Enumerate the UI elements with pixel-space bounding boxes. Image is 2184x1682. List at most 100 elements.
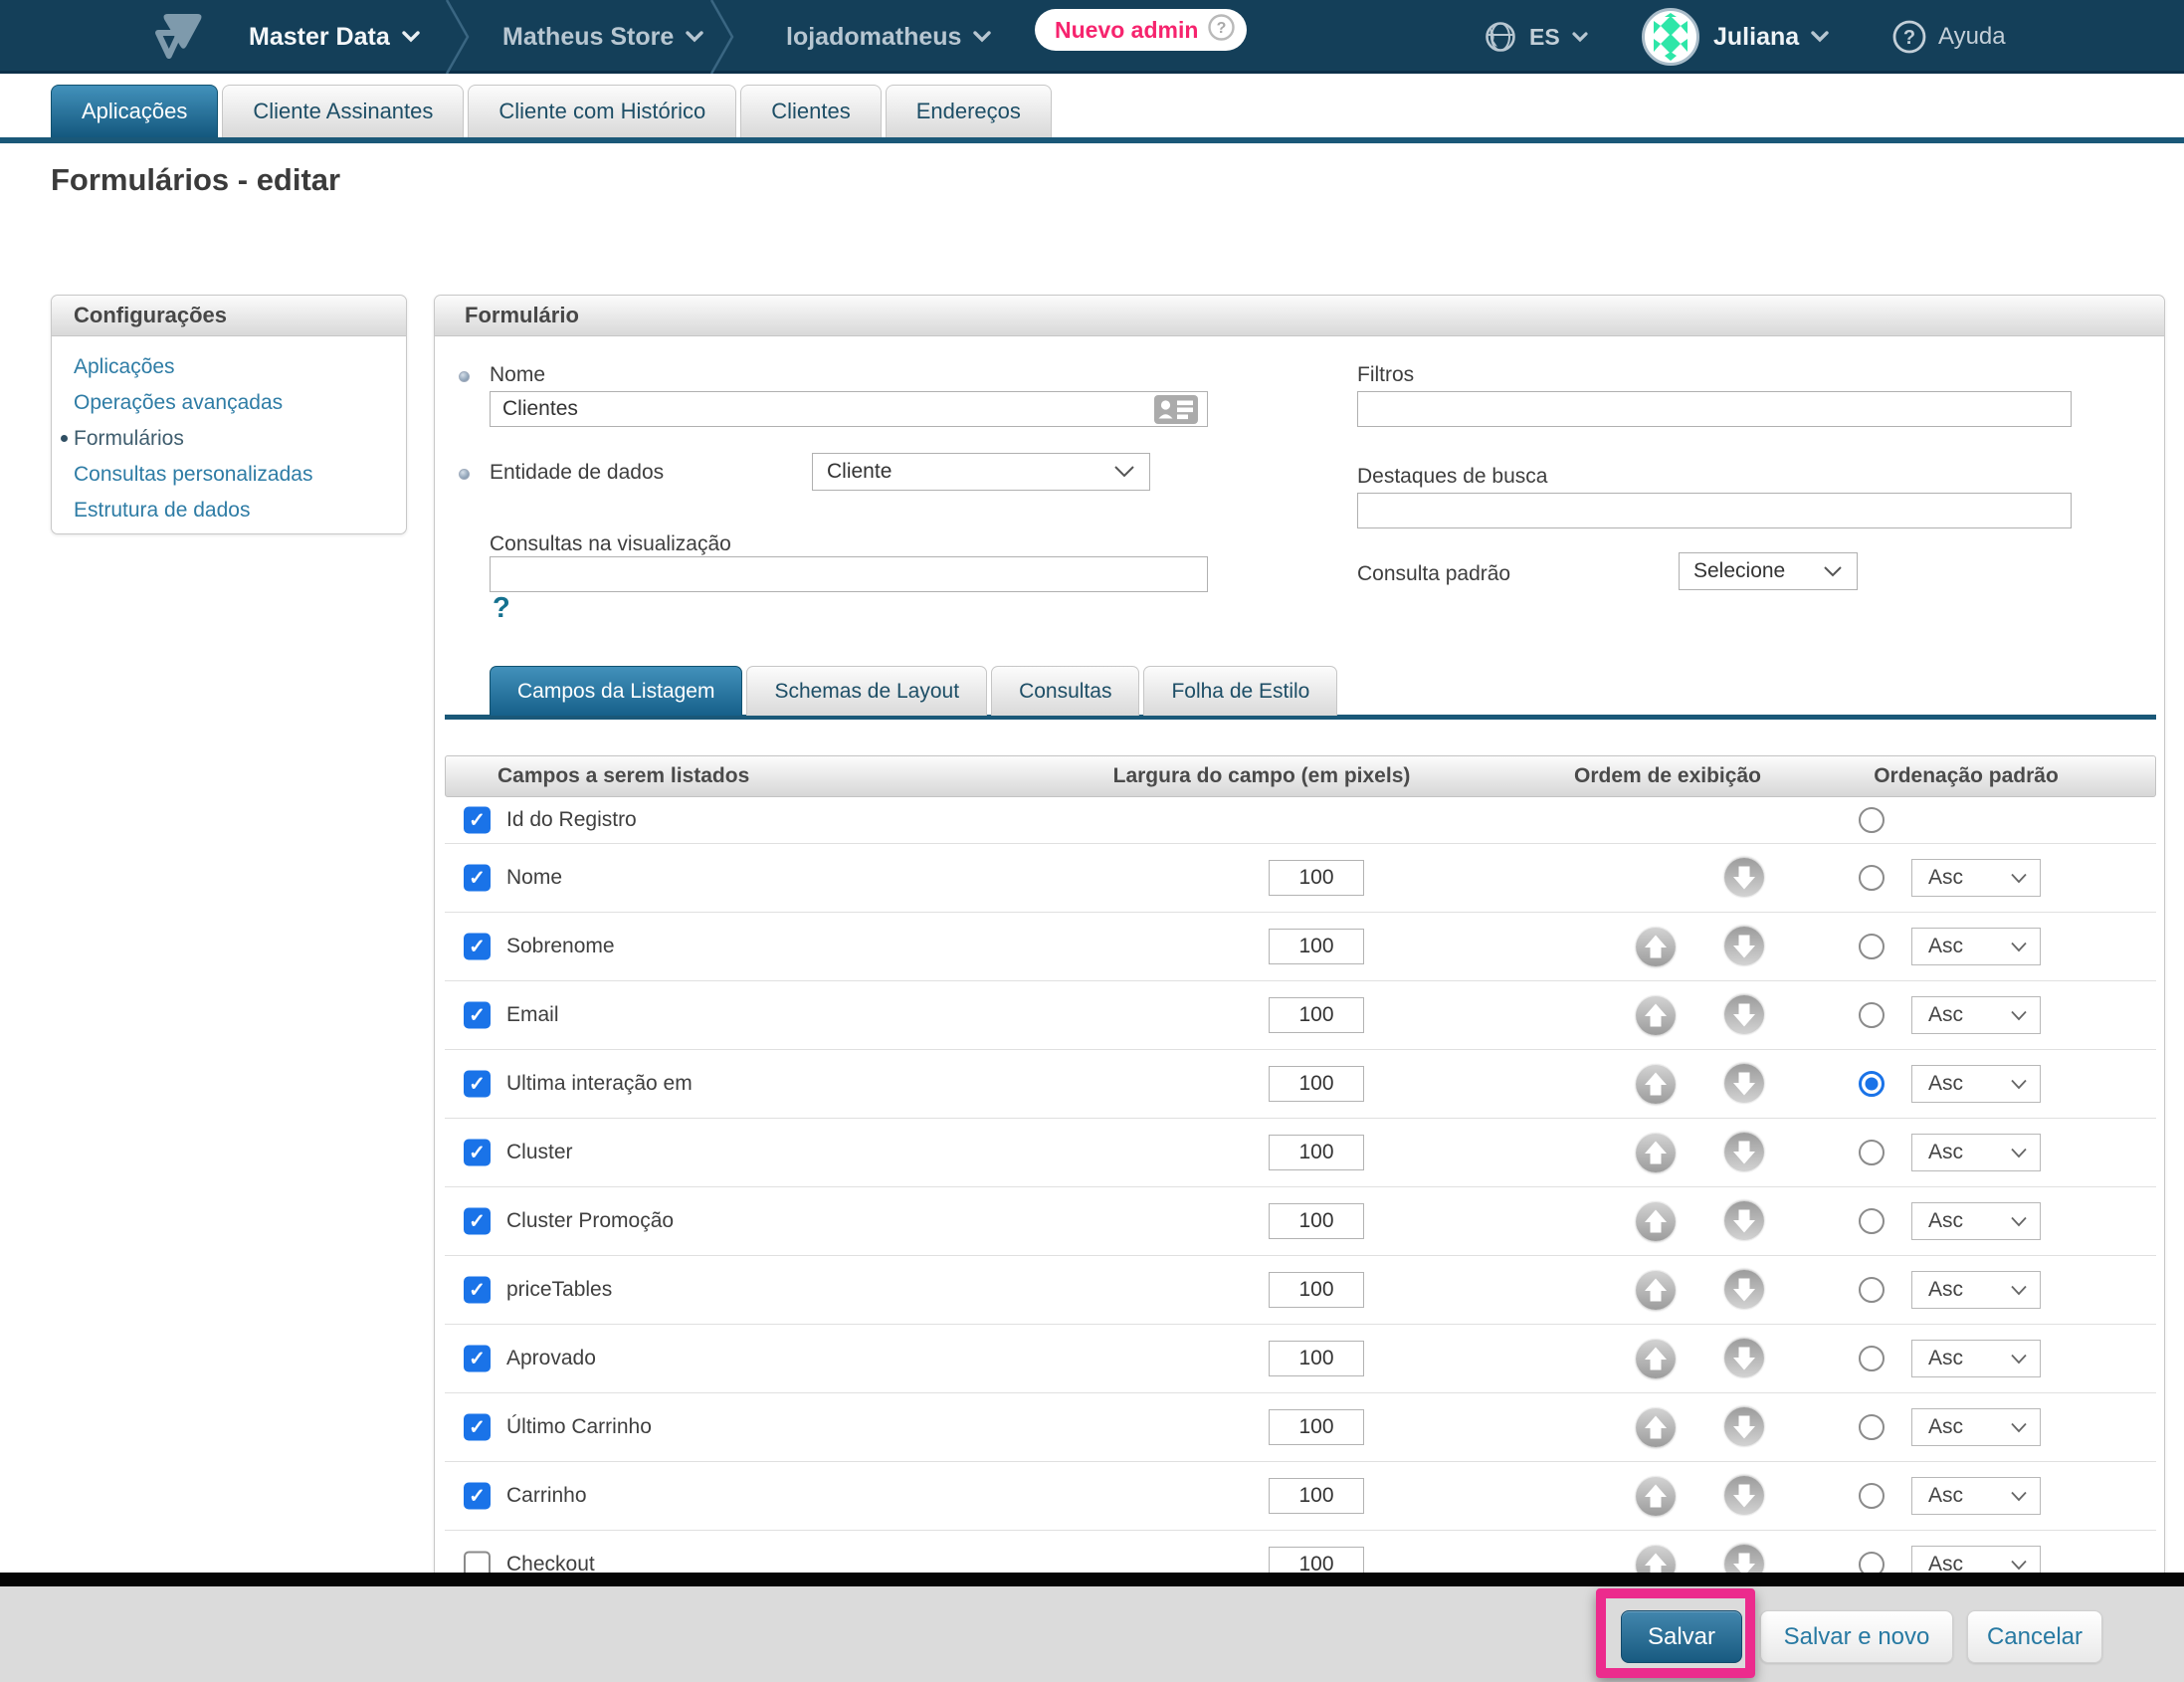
default-sort-radio[interactable] — [1859, 865, 1885, 891]
field-checkbox[interactable]: ✓ — [464, 807, 491, 834]
tab-aplicações[interactable]: Aplicações — [51, 85, 218, 137]
destaques-busca-input[interactable] — [1357, 493, 2072, 528]
nav-account[interactable]: lojadomatheus — [786, 0, 991, 74]
move-down-icon[interactable] — [1724, 995, 1764, 1035]
move-down-icon[interactable] — [1724, 927, 1764, 966]
default-sort-radio[interactable] — [1859, 934, 1885, 959]
sidebar-item-consultas-personalizadas[interactable]: Consultas personalizadas — [52, 457, 406, 493]
field-width-input[interactable] — [1269, 1547, 1364, 1573]
save-button[interactable]: Salvar — [1621, 1610, 1742, 1663]
nav-master-data[interactable]: Master Data — [249, 0, 420, 74]
field-checkbox[interactable]: ✓ — [464, 1002, 491, 1029]
field-width-input[interactable] — [1269, 1066, 1364, 1102]
user-menu[interactable]: Juliana — [1713, 0, 1829, 74]
field-checkbox[interactable]: ✓ — [464, 1483, 491, 1510]
sort-direction-select[interactable]: Asc — [1911, 996, 2041, 1034]
help-circle-icon[interactable]: ? — [1892, 0, 1926, 74]
move-up-icon[interactable] — [1636, 1201, 1676, 1241]
field-width-input[interactable] — [1269, 1409, 1364, 1445]
tab-endereços[interactable]: Endereços — [886, 85, 1052, 137]
language-selector[interactable]: ES — [1529, 0, 1588, 74]
sidebar-item-estrutura-de-dados[interactable]: Estrutura de dados — [52, 493, 406, 528]
field-checkbox[interactable]: ✓ — [464, 865, 491, 892]
vtex-logo-icon[interactable] — [147, 0, 203, 74]
default-sort-radio[interactable] — [1859, 1552, 1885, 1573]
field-width-input[interactable] — [1269, 1135, 1364, 1170]
move-down-icon[interactable] — [1724, 1407, 1764, 1447]
consulta-padrao-select[interactable]: Selecione — [1679, 552, 1858, 590]
field-checkbox[interactable] — [464, 1552, 491, 1574]
nav-store[interactable]: Matheus Store — [502, 0, 703, 74]
move-up-icon[interactable] — [1636, 1476, 1676, 1516]
move-down-icon[interactable] — [1724, 858, 1764, 898]
move-up-icon[interactable] — [1636, 995, 1676, 1035]
save-and-new-button[interactable]: Salvar e novo — [1760, 1610, 1953, 1663]
move-down-icon[interactable] — [1724, 1270, 1764, 1310]
default-sort-radio[interactable] — [1859, 1071, 1885, 1097]
sort-direction-select[interactable]: Asc — [1911, 1202, 2041, 1240]
move-up-icon[interactable] — [1636, 1064, 1676, 1104]
default-sort-radio[interactable] — [1859, 1002, 1885, 1028]
sort-direction-select[interactable]: Asc — [1911, 1134, 2041, 1171]
move-down-icon[interactable] — [1724, 1133, 1764, 1172]
inner-tab-consultas[interactable]: Consultas — [991, 666, 1139, 716]
field-checkbox[interactable]: ✓ — [464, 934, 491, 960]
tab-cliente-assinantes[interactable]: Cliente Assinantes — [222, 85, 464, 137]
cancel-button[interactable]: Cancelar — [1967, 1610, 2102, 1663]
sort-direction-select[interactable]: Asc — [1911, 1271, 2041, 1309]
field-checkbox[interactable]: ✓ — [464, 1208, 491, 1235]
default-sort-radio[interactable] — [1859, 1346, 1885, 1371]
field-checkbox[interactable]: ✓ — [464, 1140, 491, 1166]
inner-tab-schemas-de-layout[interactable]: Schemas de Layout — [746, 666, 987, 716]
field-checkbox[interactable]: ✓ — [464, 1277, 491, 1304]
field-width-input[interactable] — [1269, 929, 1364, 964]
inner-tab-campos-da-listagem[interactable]: Campos da Listagem — [490, 666, 742, 716]
field-width-input[interactable] — [1269, 1272, 1364, 1308]
sort-direction-select[interactable]: Asc — [1911, 928, 2041, 965]
sort-direction-select[interactable]: Asc — [1911, 859, 2041, 897]
new-admin-badge[interactable]: Nuevo admin ? — [1035, 9, 1247, 51]
tab-cliente-com-histórico[interactable]: Cliente com Histórico — [468, 85, 736, 137]
field-width-input[interactable] — [1269, 997, 1364, 1033]
move-up-icon[interactable] — [1636, 927, 1676, 966]
help-question-icon[interactable]: ? — [493, 592, 510, 625]
sort-direction-select[interactable]: Asc — [1911, 1477, 2041, 1515]
move-up-icon[interactable] — [1636, 1545, 1676, 1573]
default-sort-radio[interactable] — [1859, 807, 1885, 833]
sort-direction-select[interactable]: Asc — [1911, 1340, 2041, 1377]
tab-clientes[interactable]: Clientes — [740, 85, 881, 137]
default-sort-radio[interactable] — [1859, 1208, 1885, 1234]
default-sort-radio[interactable] — [1859, 1140, 1885, 1165]
move-up-icon[interactable] — [1636, 1133, 1676, 1172]
move-down-icon[interactable] — [1724, 1201, 1764, 1241]
field-checkbox[interactable]: ✓ — [464, 1071, 491, 1098]
field-checkbox[interactable]: ✓ — [464, 1414, 491, 1441]
help-link[interactable]: Ayuda — [1938, 0, 2006, 74]
sidebar-item-formulários[interactable]: Formulários — [52, 421, 406, 457]
field-width-input[interactable] — [1269, 1478, 1364, 1514]
entidade-select[interactable]: Cliente — [812, 453, 1150, 491]
move-down-icon[interactable] — [1724, 1064, 1764, 1104]
move-up-icon[interactable] — [1636, 1407, 1676, 1447]
sort-direction-select[interactable]: Asc — [1911, 1065, 2041, 1103]
move-down-icon[interactable] — [1724, 1476, 1764, 1516]
sort-direction-select[interactable]: Asc — [1911, 1546, 2041, 1573]
default-sort-radio[interactable] — [1859, 1277, 1885, 1303]
move-down-icon[interactable] — [1724, 1545, 1764, 1573]
sort-direction-select[interactable]: Asc — [1911, 1408, 2041, 1446]
default-sort-radio[interactable] — [1859, 1414, 1885, 1440]
field-checkbox[interactable]: ✓ — [464, 1346, 491, 1372]
default-sort-radio[interactable] — [1859, 1483, 1885, 1509]
field-width-input[interactable] — [1269, 860, 1364, 896]
field-width-input[interactable] — [1269, 1203, 1364, 1239]
inner-tab-folha-de-estilo[interactable]: Folha de Estilo — [1143, 666, 1337, 716]
sidebar-item-aplicações[interactable]: Aplicações — [52, 349, 406, 385]
move-up-icon[interactable] — [1636, 1339, 1676, 1378]
avatar[interactable] — [1642, 0, 1699, 74]
contact-card-icon[interactable] — [1153, 394, 1199, 430]
help-circle-icon[interactable]: ? — [1208, 14, 1235, 46]
filtros-input[interactable] — [1357, 391, 2072, 427]
sidebar-item-operações-avançadas[interactable]: Operações avançadas — [52, 385, 406, 421]
move-up-icon[interactable] — [1636, 1270, 1676, 1310]
nome-input[interactable] — [490, 391, 1208, 427]
